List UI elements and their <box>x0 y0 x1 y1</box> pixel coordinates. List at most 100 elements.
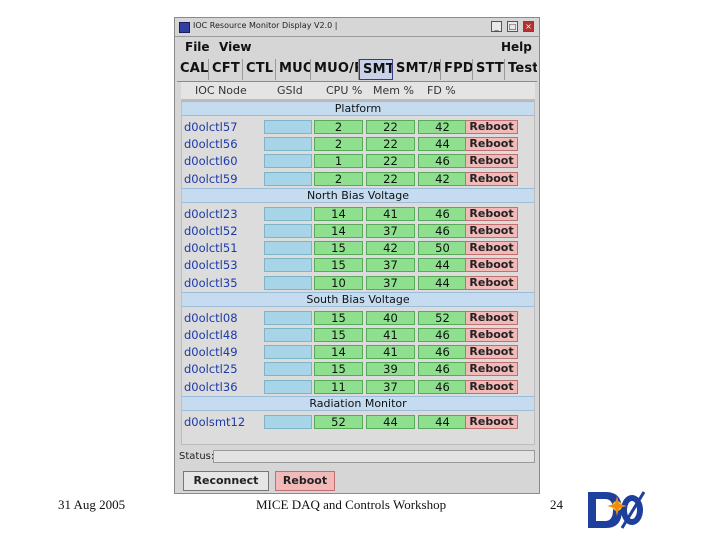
ioc-node-name: d0olctl36 <box>184 379 238 394</box>
tab-smt[interactable]: SMT <box>359 59 393 80</box>
reboot-button[interactable]: Reboot <box>465 171 518 186</box>
ioc-node-name: d0olctl25 <box>184 362 238 377</box>
gsid-cell <box>264 414 312 429</box>
reboot-button[interactable]: Reboot <box>465 154 518 169</box>
ioc-monitor-window: IOC Resource Monitor Display V2.0 | _ □ … <box>174 17 540 494</box>
reboot-button[interactable]: Reboot <box>465 379 518 394</box>
reconnect-button[interactable]: Reconnect <box>183 471 269 491</box>
tab-muo[interactable]: MUO <box>276 59 311 80</box>
cpu-cell: 15 <box>314 258 363 273</box>
cpu-cell: 15 <box>314 362 363 377</box>
ioc-node-name: d0olctl56 <box>184 137 238 152</box>
reboot-button[interactable]: Reboot <box>465 241 518 256</box>
window-title: IOC Resource Monitor Display V2.0 | <box>193 21 338 30</box>
table-row: d0olctl36 11 37 46 Reboot <box>182 379 534 395</box>
tab-smt-rc[interactable]: SMT/RC <box>393 59 441 80</box>
gsid-cell <box>264 241 312 256</box>
gsid-cell <box>264 310 312 325</box>
gsid-cell <box>264 379 312 394</box>
mem-cell: 39 <box>366 362 415 377</box>
ioc-node-name: d0olctl53 <box>184 258 238 273</box>
title-bar[interactable]: IOC Resource Monitor Display V2.0 | _ □ … <box>175 18 539 37</box>
mem-cell: 22 <box>366 137 415 152</box>
menu-view[interactable]: View <box>219 40 251 54</box>
cpu-cell: 15 <box>314 241 363 256</box>
fd-cell: 46 <box>418 345 467 360</box>
reboot-button[interactable]: Reboot <box>465 275 518 290</box>
table-row: d0olctl52 14 37 46 Reboot <box>182 223 534 239</box>
gsid-cell <box>264 275 312 290</box>
reboot-button[interactable]: Reboot <box>465 120 518 134</box>
tab-cal[interactable]: CAL <box>177 59 209 80</box>
reboot-button[interactable]: Reboot <box>465 258 518 273</box>
reboot-button[interactable]: Reboot <box>465 310 518 325</box>
fd-cell: 50 <box>418 241 467 256</box>
cpu-cell: 52 <box>314 414 363 429</box>
reboot-button[interactable]: Reboot <box>465 137 518 152</box>
app-icon <box>179 22 190 33</box>
tab-test[interactable]: Test <box>505 59 537 80</box>
reboot-button[interactable]: Reboot <box>465 224 518 238</box>
menu-help[interactable]: Help <box>501 40 532 54</box>
section-header: North Bias Voltage <box>182 187 534 203</box>
table-row: d0olctl59 2 22 42 Reboot <box>182 171 534 187</box>
col-ioc-node: IOC Node <box>195 84 247 97</box>
reboot-button[interactable]: Reboot <box>465 345 518 360</box>
reboot-all-button[interactable]: Reboot <box>275 471 335 491</box>
maximize-icon[interactable]: □ <box>507 21 518 32</box>
cpu-cell: 15 <box>314 310 363 325</box>
gsid-cell <box>264 120 312 134</box>
slide-workshop: MICE DAQ and Controls Workshop <box>256 497 447 512</box>
ioc-node-name: d0olctl57 <box>184 120 238 134</box>
ioc-node-name: d0olctl08 <box>184 310 238 325</box>
ioc-node-name: d0olctl51 <box>184 241 238 256</box>
minimize-icon[interactable]: _ <box>491 21 502 32</box>
cpu-cell: 14 <box>314 206 363 221</box>
gsid-cell <box>264 328 312 342</box>
reboot-button[interactable]: Reboot <box>465 362 518 377</box>
mem-cell: 41 <box>366 345 415 360</box>
ioc-node-name: d0olctl59 <box>184 171 238 186</box>
menu-file[interactable]: File <box>185 40 210 54</box>
status-field <box>213 450 535 463</box>
mem-cell: 37 <box>366 224 415 238</box>
ioc-node-name: d0olctl48 <box>184 328 238 342</box>
mem-cell: 42 <box>366 241 415 256</box>
close-icon[interactable]: × <box>523 21 534 32</box>
fd-cell: 44 <box>418 275 467 290</box>
tab-fpd[interactable]: FPD <box>441 59 473 80</box>
fd-cell: 46 <box>418 154 467 169</box>
mem-cell: 37 <box>366 258 415 273</box>
reboot-button[interactable]: Reboot <box>465 328 518 342</box>
col-cpu: CPU % <box>326 84 363 97</box>
gsid-cell <box>264 224 312 238</box>
fd-cell: 52 <box>418 310 467 325</box>
table-row: d0olctl49 14 41 46 Reboot <box>182 344 534 360</box>
fd-cell: 42 <box>418 171 467 186</box>
cpu-cell: 11 <box>314 379 363 394</box>
table-row: d0olsmt12 52 44 44 Reboot <box>182 414 534 430</box>
section-header: Radiation Monitor <box>182 395 534 411</box>
gsid-cell <box>264 345 312 360</box>
tab-cft[interactable]: CFT <box>209 59 243 80</box>
fd-cell: 46 <box>418 379 467 394</box>
reboot-button[interactable]: Reboot <box>465 206 518 221</box>
gsid-cell <box>264 171 312 186</box>
table-row: d0olctl08 15 40 52 Reboot <box>182 310 534 326</box>
mem-cell: 41 <box>366 206 415 221</box>
col-gsid: GSId <box>277 84 303 97</box>
cpu-cell: 2 <box>314 120 363 134</box>
ioc-node-name: d0olctl60 <box>184 154 238 169</box>
tab-bar: CAL CFT CTL MUO MUO/RC SMT SMT/RC FPD ST… <box>177 59 537 82</box>
tab-muo-rc[interactable]: MUO/RC <box>311 59 359 80</box>
tab-ctl[interactable]: CTL <box>243 59 276 80</box>
tab-stt[interactable]: STT <box>473 59 505 80</box>
section-header: Platform <box>182 101 534 116</box>
slide-page-number: 24 <box>550 497 563 512</box>
col-fd: FD % <box>427 84 456 97</box>
reboot-button[interactable]: Reboot <box>465 414 518 429</box>
fd-cell: 46 <box>418 362 467 377</box>
section-header: South Bias Voltage <box>182 291 534 307</box>
table-row: d0olctl25 15 39 46 Reboot <box>182 361 534 377</box>
mem-cell: 41 <box>366 328 415 342</box>
